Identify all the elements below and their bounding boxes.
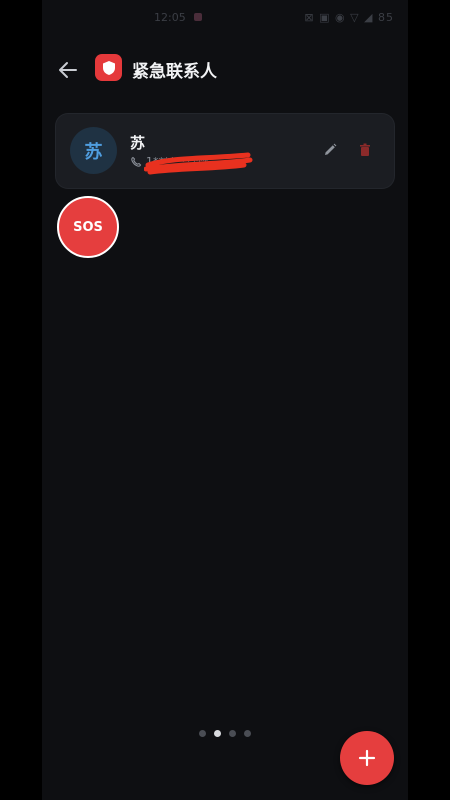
page-dot-active (214, 730, 221, 737)
status-bar: 12:05 ⊠ ▣ ◉ ▽ ◢ 85 (42, 8, 408, 30)
app-screen: 12:05 ⊠ ▣ ◉ ▽ ◢ 85 紧急联系人 苏 苏 1********** (42, 0, 408, 800)
arrow-left-icon (59, 62, 77, 78)
back-button[interactable] (56, 58, 80, 82)
phone-icon (131, 156, 142, 167)
contact-card[interactable]: 苏 苏 1********** (56, 114, 394, 188)
delete-contact-button[interactable] (357, 142, 373, 158)
edit-contact-button[interactable] (322, 142, 338, 158)
app-logo (95, 54, 122, 81)
trash-icon (360, 143, 370, 156)
top-app-bar: 紧急联系人 (42, 50, 408, 90)
page-dot (244, 730, 251, 737)
contact-avatar: 苏 (70, 127, 117, 174)
page-dot (229, 730, 236, 737)
notification-icon (194, 13, 202, 21)
plus-icon (358, 749, 376, 767)
status-time: 12:05 (154, 11, 186, 24)
page-dot (199, 730, 206, 737)
sos-button[interactable]: SOS (57, 196, 119, 258)
shield-icon (102, 60, 115, 75)
pencil-icon (325, 143, 337, 155)
status-icons: ⊠ ▣ ◉ ▽ ◢ 85 (304, 11, 394, 24)
contact-name: 苏 (130, 134, 146, 152)
page-title: 紧急联系人 (132, 62, 217, 82)
redaction-scribble (144, 152, 253, 175)
add-contact-button[interactable] (340, 731, 394, 785)
